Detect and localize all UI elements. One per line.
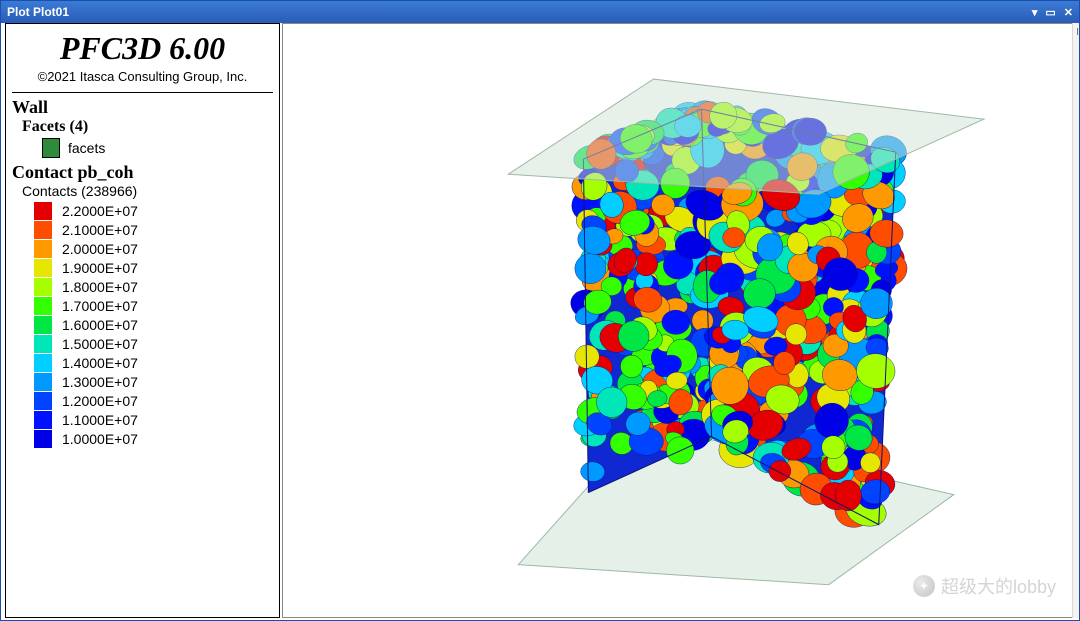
legend-value: 1.3000E+07 [62,374,138,390]
legend-value: 1.7000E+07 [62,298,138,314]
facets-swatch-icon [42,138,60,158]
client-area: PFC3D 6.00 ©2021 Itasca Consulting Group… [1,23,1079,618]
legend-swatch-icon [34,373,52,391]
minimize-icon[interactable]: ▭ [1045,6,1055,19]
legend-pane: PFC3D 6.00 ©2021 Itasca Consulting Group… [5,23,280,618]
facets-label: facets [68,140,105,156]
legend-swatch-icon [34,430,52,448]
plot-3d-scene[interactable] [283,24,1074,618]
legend-value: 2.0000E+07 [62,241,138,257]
top-wall-facet [508,79,984,194]
watermark: ✦ 超级大的lobby [913,573,1056,599]
legend-swatch-icon [34,278,52,296]
legend-row: 1.4000E+07 [34,353,273,372]
legend-value: 2.2000E+07 [62,203,138,219]
legend-value: 1.4000E+07 [62,355,138,371]
watermark-text: 超级大的lobby [941,573,1056,599]
close-icon[interactable]: ✕ [1064,6,1073,19]
app-brand-title: PFC3D 6.00 [12,30,273,67]
legend-value: 1.2000E+07 [62,393,138,409]
legend-swatch-icon [34,411,52,429]
legend-value: 1.5000E+07 [62,336,138,352]
legend-value: 1.9000E+07 [62,260,138,276]
wechat-icon: ✦ [913,575,935,597]
legend-swatch-icon [34,335,52,353]
app-window: Plot Plot01 ▾ ▭ ✕ PFC3D 6.00 ©2021 Itasc… [0,0,1080,621]
window-title: Plot Plot01 [7,5,69,19]
legend-row: 1.2000E+07 [34,391,273,410]
legend-value: 2.1000E+07 [62,222,138,238]
plot-viewport[interactable]: ✦ 超级大的lobby [282,23,1075,618]
legend-swatch-icon [34,354,52,372]
legend-row: 1.5000E+07 [34,334,273,353]
legend-value: 1.0000E+07 [62,431,138,447]
legend-swatch-icon [34,202,52,220]
legend-swatch-icon [34,297,52,315]
legend-value: 1.8000E+07 [62,279,138,295]
contact-heading: Contact pb_coh [12,162,273,183]
app-brand-subtitle: ©2021 Itasca Consulting Group, Inc. [12,69,273,84]
legend-swatch-icon [34,259,52,277]
wall-heading: Wall [12,97,273,118]
legend-swatch-icon [34,221,52,239]
legend-row: 1.8000E+07 [34,277,273,296]
legend-row: 1.3000E+07 [34,372,273,391]
wall-facets-sub: Facets (4) [22,118,273,136]
right-marker: I [1076,27,1079,38]
legend-row: 2.1000E+07 [34,220,273,239]
facets-legend-item: facets [42,138,273,158]
contacts-count: Contacts (238966) [22,183,273,199]
legend-swatch-icon [34,392,52,410]
legend-swatch-icon [34,316,52,334]
window-controls: ▾ ▭ ✕ [1032,6,1073,19]
legend-row: 1.1000E+07 [34,410,273,429]
legend-row: 2.0000E+07 [34,239,273,258]
legend-value: 1.6000E+07 [62,317,138,333]
legend-row: 2.2000E+07 [34,201,273,220]
legend-swatch-icon [34,240,52,258]
legend-value: 1.1000E+07 [62,412,138,428]
titlebar[interactable]: Plot Plot01 ▾ ▭ ✕ [1,1,1079,23]
right-gutter [1072,23,1079,618]
legend-row: 1.7000E+07 [34,296,273,315]
color-legend: 2.2000E+07 2.1000E+07 2.0000E+07 1.9000E+07… [12,201,273,448]
divider [12,92,273,93]
legend-row: 1.6000E+07 [34,315,273,334]
legend-row: 1.9000E+07 [34,258,273,277]
dropdown-icon[interactable]: ▾ [1032,6,1038,19]
legend-row: 1.0000E+07 [34,429,273,448]
